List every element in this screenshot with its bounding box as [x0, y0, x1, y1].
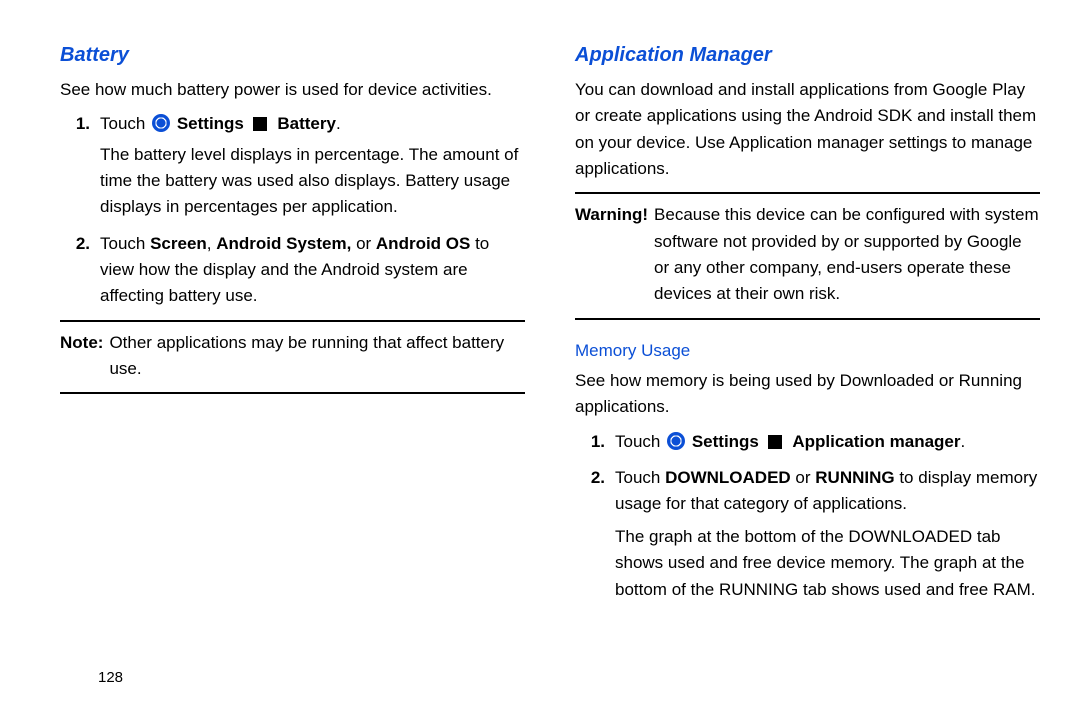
step-body: Touch DOWNLOADED or RUNNING to display m… [615, 465, 1040, 603]
dot: . [961, 432, 966, 451]
step-number: 1. [575, 429, 615, 455]
dot: . [336, 114, 341, 133]
page-number: 128 [98, 669, 123, 686]
divider [60, 320, 525, 322]
arrow-icon [253, 117, 267, 131]
text: or [351, 234, 376, 253]
settings-label: Settings [177, 114, 244, 133]
memory-step-2: 2. Touch DOWNLOADED or RUNNING to displa… [575, 465, 1040, 603]
note-body: Other applications may be running that a… [109, 330, 525, 383]
warning-label: Warning! [575, 202, 648, 307]
left-column: Battery See how much battery power is us… [60, 40, 525, 720]
memory-step-1: 1. Touch Settings Application manager. [575, 429, 1040, 455]
bold-text: DOWNLOADED [665, 468, 791, 487]
divider [575, 192, 1040, 194]
step-desc: The battery level displays in percentage… [100, 142, 525, 221]
battery-steps: 1. Touch Settings Battery. The battery l… [60, 111, 525, 309]
settings-label: Settings [692, 432, 759, 451]
divider [60, 392, 525, 394]
step-body: Touch Settings Application manager. [615, 429, 1040, 455]
settings-icon [667, 432, 685, 450]
heading-battery: Battery [60, 40, 525, 71]
text: Touch [100, 114, 150, 133]
step-desc: The graph at the bottom of the DOWNLOADE… [615, 524, 1040, 603]
text: or [791, 468, 816, 487]
settings-icon [152, 114, 170, 132]
appmgr-intro: You can download and install application… [575, 77, 1040, 182]
step-number: 2. [60, 231, 100, 310]
step-number: 1. [60, 111, 100, 220]
right-column: Application Manager You can download and… [575, 40, 1040, 720]
arrow-icon [768, 435, 782, 449]
warning-block: Warning! Because this device can be conf… [575, 202, 1040, 307]
text: Touch [100, 234, 150, 253]
heading-appmgr: Application Manager [575, 40, 1040, 71]
text: Touch [615, 468, 665, 487]
text: Touch [615, 432, 665, 451]
text: , [207, 234, 216, 253]
divider [575, 318, 1040, 320]
step-body: Touch Settings Battery. The battery leve… [100, 111, 525, 220]
manual-page: Battery See how much battery power is us… [0, 0, 1080, 720]
bold-text: Android System, [216, 234, 351, 253]
bold-text: Android OS [376, 234, 470, 253]
note-label: Note: [60, 330, 103, 383]
target-label: Application manager [792, 432, 960, 451]
memory-steps: 1. Touch Settings Application manager. 2… [575, 429, 1040, 603]
battery-step-1: 1. Touch Settings Battery. The battery l… [60, 111, 525, 220]
step-body: Touch Screen, Android System, or Android… [100, 231, 525, 310]
battery-step-2: 2. Touch Screen, Android System, or Andr… [60, 231, 525, 310]
subheading-memory: Memory Usage [575, 338, 1040, 364]
warning-body: Because this device can be configured wi… [654, 202, 1040, 307]
bold-text: RUNNING [815, 468, 894, 487]
bold-text: Screen [150, 234, 207, 253]
note-block: Note: Other applications may be running … [60, 330, 525, 383]
battery-intro: See how much battery power is used for d… [60, 77, 525, 103]
step-number: 2. [575, 465, 615, 603]
target-label: Battery [277, 114, 336, 133]
memory-intro: See how memory is being used by Download… [575, 368, 1040, 421]
